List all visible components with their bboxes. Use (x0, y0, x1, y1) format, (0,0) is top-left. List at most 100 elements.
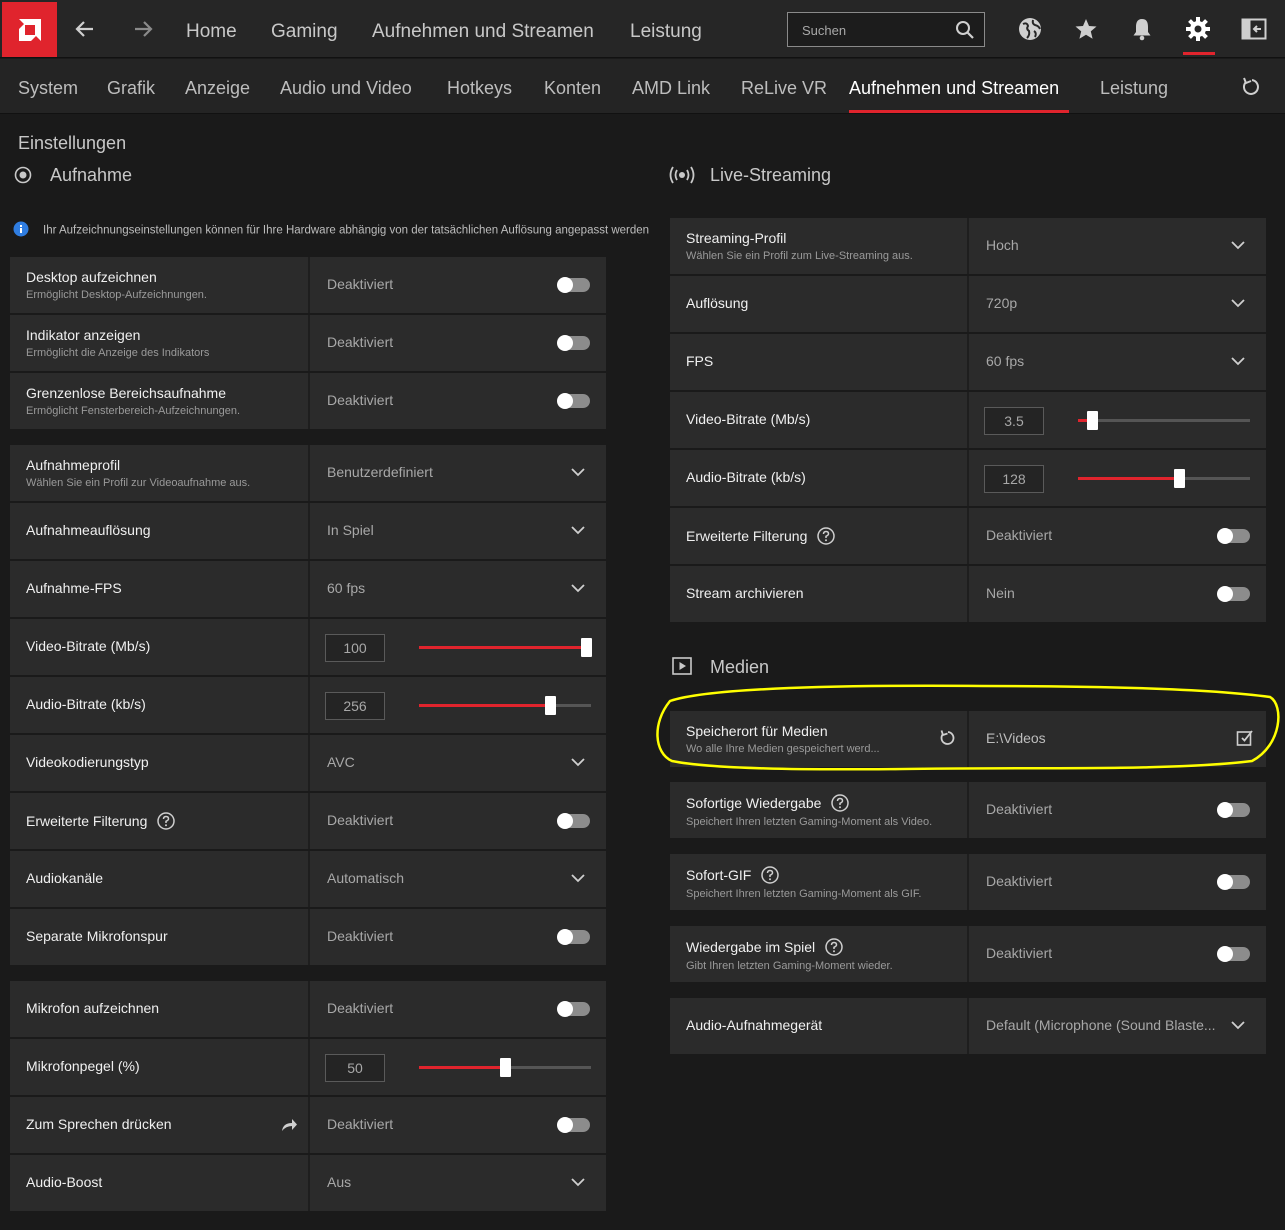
stream-video-bitrate-input[interactable]: 3.5 (984, 407, 1044, 435)
chevron-down-icon[interactable] (1230, 1017, 1246, 1038)
help-icon[interactable] (831, 794, 850, 815)
tab-amd-link[interactable]: AMD Link (632, 59, 710, 114)
video-bitrate-slider[interactable] (419, 638, 592, 657)
audio-bitrate-input[interactable]: 256 (325, 692, 385, 720)
indicator-toggle[interactable] (557, 335, 590, 351)
stream-fps-row[interactable]: FPS 60 fps (670, 334, 1266, 390)
record-profile-row[interactable]: Aufnahmeprofil Wählen Sie ein Profil zur … (10, 445, 606, 501)
instant-gif-toggle[interactable] (1217, 874, 1250, 890)
stream-resolution-select[interactable]: 720p (986, 295, 1017, 311)
desktop-record-toggle[interactable] (557, 277, 590, 293)
forward-arrow-icon[interactable] (128, 14, 158, 44)
in-game-replay-toggle[interactable] (1217, 946, 1250, 962)
search-input[interactable]: Suchen (787, 12, 985, 47)
stream-archive-toggle[interactable] (1217, 586, 1250, 602)
search-icon[interactable] (955, 20, 975, 45)
record-filtering-toggle[interactable] (557, 813, 590, 829)
video-bitrate-input[interactable]: 100 (325, 634, 385, 662)
setting-label: Videokodierungstyp (26, 754, 149, 770)
stream-audio-bitrate-slider[interactable] (1078, 469, 1250, 488)
share-arrow-icon[interactable] (280, 1117, 298, 1138)
slider-thumb[interactable] (580, 638, 592, 657)
tab-performance[interactable]: Leistung (1100, 59, 1168, 114)
setting-label: Grenzenlose Bereichsaufnahme (26, 385, 227, 401)
borderless-toggle[interactable] (557, 393, 590, 409)
setting-label: Zum Sprechen drücken (26, 1116, 172, 1132)
push-to-talk-toggle[interactable] (557, 1117, 590, 1133)
encoding-row[interactable]: Videokodierungstyp AVC (10, 735, 606, 791)
globe-icon[interactable] (1015, 14, 1045, 44)
audio-device-select[interactable]: Default (Microphone (Sound Blaste... (986, 1017, 1216, 1033)
mic-level-input[interactable]: 50 (325, 1054, 385, 1082)
slider-thumb[interactable] (1086, 411, 1098, 430)
audio-device-row[interactable]: Audio-Aufnahmegerät Default (Microphone … (670, 998, 1266, 1054)
stream-fps-select[interactable]: 60 fps (986, 353, 1024, 369)
record-profile-select[interactable]: Benutzerdefiniert (327, 464, 433, 480)
setting-label: Video-Bitrate (Mb/s) (26, 638, 151, 654)
slider-thumb[interactable] (544, 696, 556, 715)
tab-system[interactable]: System (18, 59, 78, 114)
topnav-gaming[interactable]: Gaming (271, 0, 338, 58)
help-icon[interactable] (817, 527, 836, 548)
chevron-down-icon[interactable] (570, 580, 586, 601)
chevron-down-icon[interactable] (570, 522, 586, 543)
tab-graphics[interactable]: Grafik (107, 59, 155, 114)
audio-boost-row[interactable]: Audio-Boost Aus (10, 1155, 606, 1211)
instant-replay-toggle[interactable] (1217, 802, 1250, 818)
record-resolution-select[interactable]: In Spiel (327, 522, 374, 538)
tab-relive-vr[interactable]: ReLive VR (741, 59, 827, 114)
record-mic-toggle[interactable] (557, 1001, 590, 1017)
chevron-down-icon[interactable] (1230, 353, 1246, 374)
settings-tab-bar: System Grafik Anzeige Audio und Video Ho… (0, 59, 1285, 114)
back-arrow-icon[interactable] (70, 14, 100, 44)
stream-profile-row[interactable]: Streaming-Profil Wählen Sie ein Profil zu… (670, 218, 1266, 274)
stream-video-bitrate-slider[interactable] (1078, 411, 1250, 430)
record-fps-row[interactable]: Aufnahme-FPS 60 fps (10, 561, 606, 617)
stream-profile-select[interactable]: Hoch (986, 237, 1019, 253)
chevron-down-icon[interactable] (570, 464, 586, 485)
stream-audio-bitrate-input[interactable]: 128 (984, 465, 1044, 493)
audio-boost-select[interactable]: Aus (327, 1174, 351, 1190)
bell-icon[interactable] (1127, 14, 1157, 44)
record-filtering-row: Erweiterte Filterung Deaktiviert (10, 793, 606, 849)
tab-accounts[interactable]: Konten (544, 59, 601, 114)
tab-hotkeys[interactable]: Hotkeys (447, 59, 512, 114)
tab-audio-video[interactable]: Audio und Video (280, 59, 412, 114)
tab-record-stream[interactable]: Aufnehmen und Streamen (849, 59, 1059, 114)
record-resolution-row[interactable]: Aufnahmeauflösung In Spiel (10, 503, 606, 559)
audio-channels-row[interactable]: Audiokanäle Automatisch (10, 851, 606, 907)
stream-filtering-toggle[interactable] (1217, 528, 1250, 544)
topnav-record-stream[interactable]: Aufnehmen und Streamen (372, 0, 594, 58)
setting-description: Gibt Ihren letzten Gaming-Moment wieder. (686, 960, 893, 972)
audio-channels-select[interactable]: Automatisch (327, 870, 404, 886)
record-fps-select[interactable]: 60 fps (327, 580, 365, 596)
help-icon[interactable] (825, 938, 843, 959)
mic-level-slider[interactable] (419, 1058, 591, 1077)
topnav-home[interactable]: Home (186, 0, 237, 58)
tab-display[interactable]: Anzeige (185, 59, 250, 114)
gear-icon[interactable] (1183, 14, 1213, 44)
topnav-performance[interactable]: Leistung (630, 0, 702, 58)
chevron-down-icon[interactable] (570, 870, 586, 891)
chevron-down-icon[interactable] (1230, 237, 1246, 258)
chevron-down-icon[interactable] (570, 754, 586, 775)
encoding-select[interactable]: AVC (327, 754, 355, 770)
amd-logo[interactable] (2, 2, 57, 57)
chevron-down-icon[interactable] (1230, 295, 1246, 316)
slider-thumb[interactable] (500, 1058, 511, 1077)
sidebar-toggle-icon[interactable] (1239, 14, 1269, 44)
setting-value: Deaktiviert (986, 801, 1053, 817)
reset-icon[interactable] (1241, 76, 1263, 103)
setting-label-text: Sofortige Wiedergabe (686, 795, 822, 812)
audio-bitrate-slider[interactable] (419, 696, 591, 715)
mic-level-row: Mikrofonpegel (%) 50 (10, 1039, 606, 1095)
stream-resolution-row[interactable]: Auflösung 720p (670, 276, 1266, 332)
mic-track-toggle[interactable] (557, 929, 590, 945)
slider-thumb[interactable] (1174, 469, 1186, 488)
setting-label: Mikrofonpegel (%) (26, 1058, 140, 1074)
help-icon[interactable] (761, 866, 780, 887)
star-icon[interactable] (1071, 14, 1101, 44)
yellow-highlight-annotation (656, 684, 1280, 771)
chevron-down-icon[interactable] (570, 1174, 586, 1195)
help-icon[interactable] (157, 812, 176, 833)
